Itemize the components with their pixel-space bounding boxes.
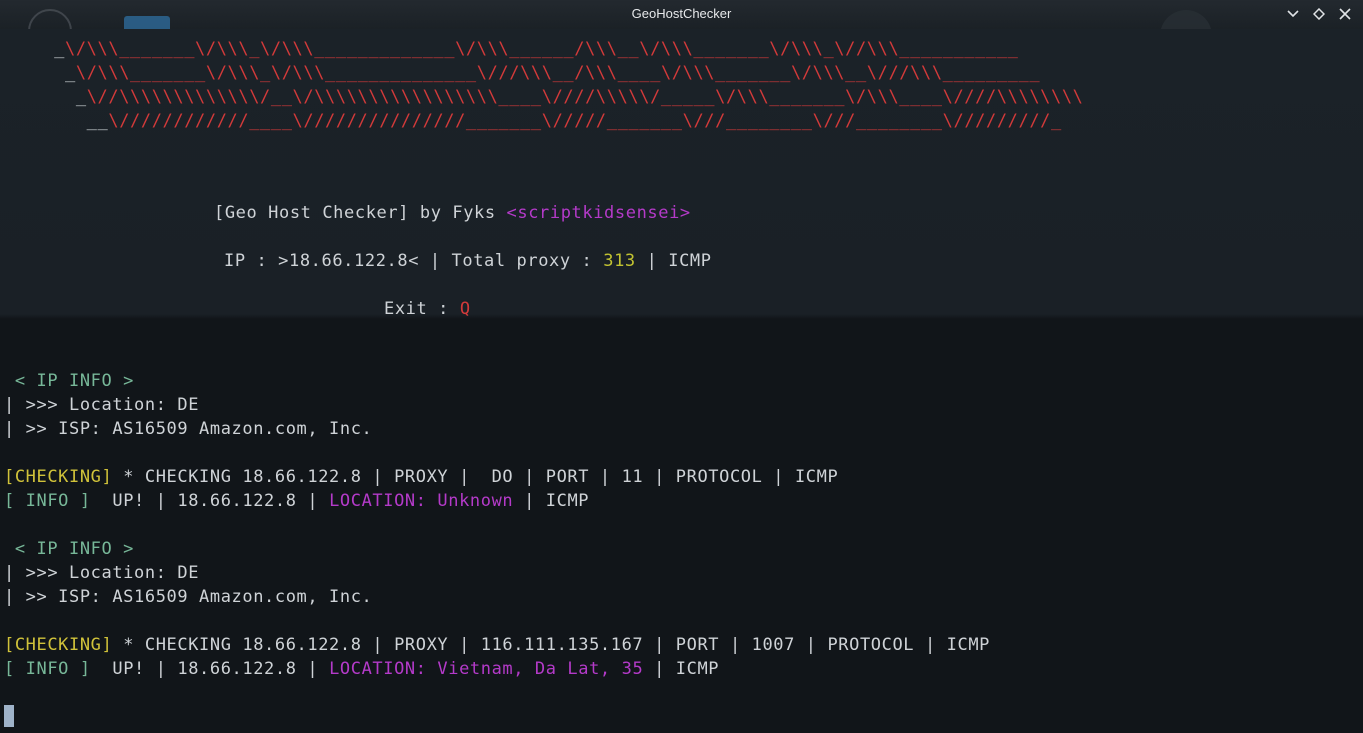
- ip-status-line: IP : >18.66.122.8< | Total proxy : 313 |…: [224, 251, 712, 271]
- ascii-banner-line: _\//\\\\\\\\\\\\\/__\/\\\\\\\\\\\\\\\\\_…: [0, 87, 1084, 107]
- location-result: LOCATION: Unknown: [329, 491, 514, 511]
- author-handle: <scriptkidsensei>: [506, 203, 691, 223]
- maximize-button[interactable]: [1309, 4, 1329, 24]
- chevron-down-icon: [1287, 10, 1299, 18]
- checking-line: [CHECKING] * CHECKING 18.66.122.8 | PROX…: [4, 635, 990, 655]
- ascii-banner-line: _\/\\\_______\/\\\_\/\\\______________\/…: [0, 63, 1041, 83]
- info-result-line: [ INFO ] UP! | 18.66.122.8 | LOCATION: V…: [4, 659, 720, 679]
- checking-tag: [CHECKING]: [4, 467, 113, 487]
- ascii-banner-line: _\/\\\_______\/\\\_\/\\\_____________\/\…: [0, 39, 1019, 59]
- terminal-output[interactable]: _\/\\\_______\/\\\_\/\\\_____________\/\…: [0, 29, 1363, 733]
- info-result-line: [ INFO ] UP! | 18.66.122.8 | LOCATION: U…: [4, 491, 590, 511]
- location-result: LOCATION: Vietnam, Da Lat, 35: [329, 659, 644, 679]
- info-tag: [ INFO ]: [4, 659, 91, 679]
- ip-info-title: < IP INFO >: [4, 539, 135, 559]
- window-titlebar[interactable]: GeoHostChecker: [0, 0, 1363, 62]
- close-button[interactable]: [1335, 4, 1355, 24]
- checking-line: [CHECKING] * CHECKING 18.66.122.8 | PROX…: [4, 467, 839, 487]
- ip-info-location: | >>> Location: DE: [4, 395, 200, 415]
- ip-info-isp: | >> ISP: AS16509 Amazon.com, Inc.: [4, 419, 373, 439]
- terminal-cursor: [4, 705, 14, 727]
- exit-hint: Exit : Q: [384, 299, 471, 319]
- close-icon: [1339, 8, 1351, 20]
- ip-info-location: | >>> Location: DE: [4, 563, 200, 583]
- checking-tag: [CHECKING]: [4, 635, 113, 655]
- total-proxy-count: 313: [603, 251, 636, 271]
- app-header-title: [Geo Host Checker] by Fyks <scriptkidsen…: [214, 203, 691, 223]
- info-tag: [ INFO ]: [4, 491, 91, 511]
- ascii-banner-line: __\////////////____\///////////////_____…: [0, 111, 1062, 131]
- window-title: GeoHostChecker: [631, 6, 732, 21]
- diamond-icon: [1313, 8, 1325, 20]
- ip-info-isp: | >> ISP: AS16509 Amazon.com, Inc.: [4, 587, 373, 607]
- minimize-button[interactable]: [1283, 4, 1303, 24]
- exit-key: Q: [459, 299, 471, 319]
- ip-info-title: < IP INFO >: [4, 371, 135, 391]
